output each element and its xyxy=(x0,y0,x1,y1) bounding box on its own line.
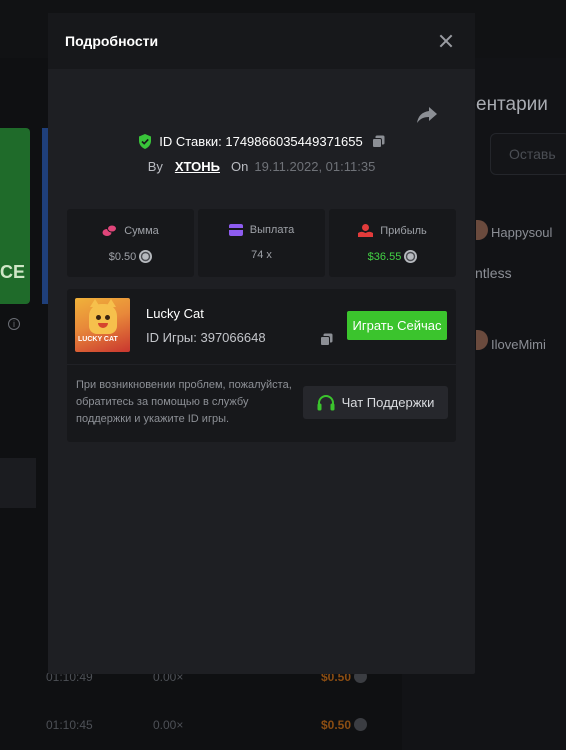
stat-header: Сумма xyxy=(102,224,159,237)
bet-date: 19.11.2022, 01:11:35 xyxy=(254,159,376,174)
cat-eye xyxy=(105,315,110,320)
info-icon[interactable]: i xyxy=(8,318,20,330)
stat-value: $36.55 xyxy=(367,250,402,263)
stat-label: Сумма xyxy=(124,224,159,237)
game-tile-text: CE xyxy=(0,262,26,282)
support-chat-button[interactable]: Чат Поддержки xyxy=(303,386,448,419)
username-link[interactable]: ХТОНЬ xyxy=(175,159,220,174)
stat-label: Выплата xyxy=(249,224,295,236)
modal-header: Подробности xyxy=(48,13,475,69)
shield-check-icon xyxy=(139,134,152,149)
comment-placeholder: Оставь xyxy=(509,146,556,162)
coin-icon xyxy=(354,718,368,731)
cat-mouth xyxy=(98,323,108,328)
on-label: On xyxy=(231,159,249,174)
stat-profit: Прибыль $36.55 xyxy=(329,209,456,277)
coins-icon xyxy=(102,224,118,236)
cat-illustration xyxy=(89,299,117,334)
stat-value-wrap: $36.55 xyxy=(368,250,418,263)
by-label: By xyxy=(147,159,163,174)
comments-title: ентарии xyxy=(476,94,548,115)
bet-id-row: ID Ставки: 1749866035449371655 xyxy=(48,134,475,149)
game-id: ID Игры: 397066648 xyxy=(146,330,266,345)
stat-value: 74 x xyxy=(251,249,272,261)
comment-user: Happysoul xyxy=(491,225,553,240)
stat-payout: Выплата 74 x xyxy=(198,209,325,277)
game-tile[interactable]: CE xyxy=(0,128,30,304)
stat-value-wrap: 74 x xyxy=(251,249,272,261)
stat-value-wrap: $0.50 xyxy=(109,250,153,263)
stat-header: Выплата xyxy=(228,224,295,236)
copy-icon[interactable] xyxy=(371,135,385,148)
bet-author-row: By ХТОНЬ On 19.11.2022, 01:11:35 xyxy=(48,159,475,174)
game-name: Lucky Cat xyxy=(146,306,204,321)
history-row: 01:10:45 0.00× $0.50 xyxy=(46,718,368,732)
game-card: LUCKY CAT Lucky Cat ID Игры: 397066648 И… xyxy=(67,289,456,442)
headset-icon xyxy=(317,394,335,410)
side-block xyxy=(0,458,36,508)
comment-text: ntless xyxy=(475,265,512,281)
wallet-icon xyxy=(228,224,243,236)
cat-eye xyxy=(96,315,101,320)
stat-label: Прибыль xyxy=(380,224,427,237)
thumbnail-logo-text: LUCKY CAT xyxy=(78,336,118,343)
stat-header: Прибыль xyxy=(358,224,427,237)
bet-id: ID Ставки: 1749866035449371655 xyxy=(159,134,363,149)
stat-amount: Сумма $0.50 xyxy=(67,209,194,277)
profit-icon xyxy=(358,224,374,237)
support-chat-label: Чат Поддержки xyxy=(341,395,435,410)
row-time: 01:10:45 xyxy=(46,718,93,732)
row-amount: $0.50 xyxy=(321,718,352,732)
copy-icon[interactable] xyxy=(320,333,333,346)
modal-title: Подробности xyxy=(65,33,159,49)
comment-input[interactable]: Оставь xyxy=(490,133,566,175)
bet-details-modal: Подробности ID Ставки: 17498660354493716… xyxy=(48,13,475,674)
game-thumbnail[interactable]: LUCKY CAT xyxy=(75,298,130,352)
row-amount-wrap: $0.50 xyxy=(321,718,368,732)
coin-icon xyxy=(404,250,418,263)
close-icon[interactable] xyxy=(437,32,455,50)
coin-icon xyxy=(139,250,153,263)
row-multiplier: 0.00× xyxy=(153,718,184,732)
comment-user: IloveMimi xyxy=(491,337,546,352)
bet-stats: Сумма $0.50 Выплата 74 x Прибыль $36.55 xyxy=(67,209,456,277)
support-help-text: При возникновении проблем, пожалуйста, о… xyxy=(76,379,292,425)
stat-value: $0.50 xyxy=(108,250,137,263)
play-now-button[interactable]: Играть Сейчас xyxy=(347,311,447,340)
divider xyxy=(67,364,456,365)
share-icon[interactable] xyxy=(416,105,438,125)
